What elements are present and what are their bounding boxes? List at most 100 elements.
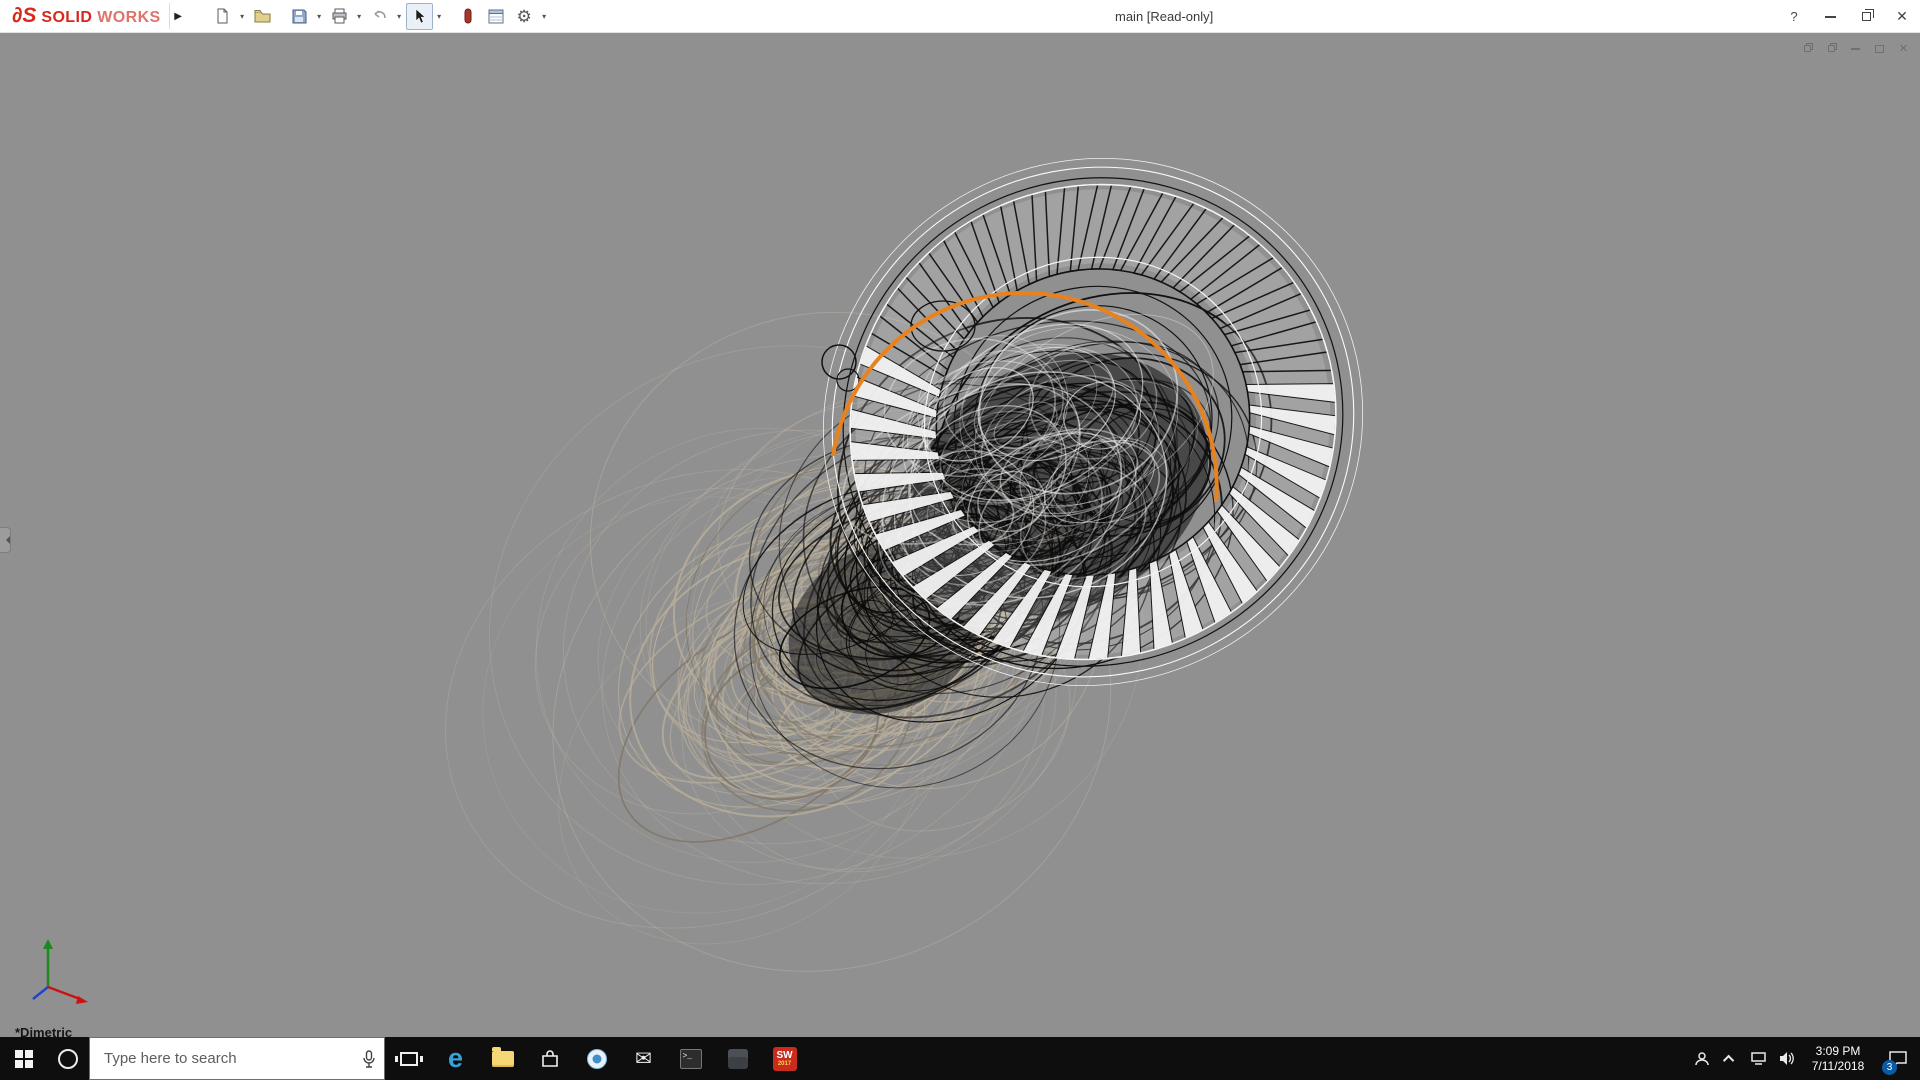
cube-icon xyxy=(727,1048,748,1069)
people-button[interactable] xyxy=(1688,1037,1716,1080)
z-axis xyxy=(32,986,49,1000)
minimize-icon xyxy=(1851,47,1860,50)
search-input[interactable] xyxy=(90,1050,354,1067)
browser-globe-button[interactable] xyxy=(573,1037,620,1080)
main-toolbar: ▾ ▾ ▾ ▾ ▾ ⚙ ▾ xyxy=(209,2,550,30)
doc-tile-button[interactable] xyxy=(1823,41,1840,56)
minimize-button[interactable] xyxy=(1812,0,1848,33)
window-title: main [Read-only] xyxy=(1115,9,1214,24)
doc-new-window-button[interactable] xyxy=(1799,41,1816,56)
open-folder-icon xyxy=(254,9,271,22)
print-dropdown[interactable]: ▾ xyxy=(354,12,365,21)
xpress-tools-button[interactable] xyxy=(455,3,482,30)
close-button[interactable]: ✕ xyxy=(1884,0,1920,33)
app-cube-button[interactable] xyxy=(714,1037,761,1080)
speaker-icon xyxy=(1779,1052,1794,1065)
graphics-viewport[interactable]: ✕ *Dimetric xyxy=(0,33,1920,1037)
doc-close-button[interactable]: ✕ xyxy=(1895,41,1912,56)
options-dropdown[interactable]: ▾ xyxy=(539,12,550,21)
options-button[interactable]: ⚙ xyxy=(511,3,538,30)
select-tool-dropdown[interactable]: ▾ xyxy=(434,12,445,21)
undo-dropdown[interactable]: ▾ xyxy=(394,12,405,21)
clock-time: 3:09 PM xyxy=(1815,1043,1861,1058)
taskbar-search[interactable] xyxy=(89,1037,385,1080)
task-view-button[interactable] xyxy=(385,1037,432,1080)
doc-minimize-button[interactable] xyxy=(1847,41,1864,56)
notification-badge: 3 xyxy=(1882,1060,1897,1075)
network-button[interactable] xyxy=(1744,1037,1772,1080)
sw-icon-year: 2017 xyxy=(777,1060,792,1067)
logo-text-solid: SOLID xyxy=(41,9,93,26)
restore-icon xyxy=(1861,12,1871,21)
save-button[interactable] xyxy=(286,3,313,30)
new-document-icon xyxy=(217,8,228,24)
edge-icon: e xyxy=(447,1043,464,1073)
person-icon xyxy=(1695,1051,1709,1065)
task-view-icon xyxy=(394,1051,423,1066)
toolbar-flyout-button[interactable]: ▶ xyxy=(168,3,187,29)
action-center-button[interactable]: 3 xyxy=(1876,1037,1920,1080)
view-orientation-label: *Dimetric xyxy=(15,1025,73,1037)
folder-icon xyxy=(491,1046,514,1067)
help-button[interactable]: ? xyxy=(1776,0,1812,33)
clock-date: 7/11/2018 xyxy=(1811,1058,1865,1073)
volume-button[interactable] xyxy=(1772,1037,1800,1080)
minimize-icon xyxy=(1824,15,1836,18)
undo-icon xyxy=(374,9,386,18)
new-document-dropdown[interactable]: ▾ xyxy=(237,12,248,21)
taskbar-spacer xyxy=(808,1037,1688,1080)
microphone-button[interactable] xyxy=(354,1049,384,1068)
print-icon xyxy=(332,8,347,24)
start-button[interactable] xyxy=(0,1037,47,1080)
tray-overflow-button[interactable] xyxy=(1716,1037,1744,1080)
print-button[interactable] xyxy=(326,3,353,30)
restore-button[interactable] xyxy=(1848,0,1884,33)
open-document-button[interactable] xyxy=(249,3,276,30)
logo-text-works: WORKS xyxy=(97,9,161,26)
gear-icon: ⚙ xyxy=(516,6,532,26)
app-titlebar: ∂S SOLID WORKS ▶ ▾ ▾ ▾ ▾ ▾ ⚙ ▾ main [Rea… xyxy=(0,0,1920,33)
store-bag-icon xyxy=(541,1049,558,1067)
microphone-icon xyxy=(363,1049,375,1068)
solidworks-taskbar-button[interactable]: SW 2017 xyxy=(761,1037,808,1080)
solidworks-logo-mark-icon: ∂S xyxy=(12,4,37,27)
x-axis xyxy=(47,985,81,1001)
select-tool-button[interactable] xyxy=(405,2,433,30)
windows-taskbar: e ✉ >_ SW 2017 3:09 PM 7/11/2018 3 xyxy=(0,1037,1920,1080)
sheet-icon xyxy=(488,9,504,23)
command-prompt-icon: >_ xyxy=(679,1048,702,1069)
cascade-icon xyxy=(1828,45,1835,52)
task-pane-button[interactable] xyxy=(483,3,510,30)
save-icon xyxy=(292,9,307,24)
mail-icon: ✉ xyxy=(635,1047,652,1070)
cortana-icon xyxy=(58,1048,78,1069)
undo-button[interactable] xyxy=(366,3,393,30)
select-cursor-icon xyxy=(415,8,426,24)
xpress-tools-icon xyxy=(464,8,472,24)
mail-button[interactable]: ✉ xyxy=(620,1037,667,1080)
maximize-icon xyxy=(1875,44,1884,53)
store-button[interactable] xyxy=(526,1037,573,1080)
new-document-button[interactable] xyxy=(209,3,236,30)
feature-tree-collapse-tab[interactable] xyxy=(0,527,11,553)
taskbar-clock[interactable]: 3:09 PM 7/11/2018 xyxy=(1800,1037,1876,1080)
chevron-up-icon xyxy=(1722,1054,1735,1066)
x-axis-arrow xyxy=(76,996,88,1004)
close-icon: ✕ xyxy=(1896,8,1908,24)
cortana-button[interactable] xyxy=(47,1037,89,1080)
doc-maximize-button[interactable] xyxy=(1871,41,1888,56)
cascade-icon xyxy=(1804,45,1811,52)
solidworks-app-icon: SW 2017 xyxy=(772,1046,797,1071)
save-dropdown[interactable]: ▾ xyxy=(314,12,325,21)
system-tray: 3:09 PM 7/11/2018 3 xyxy=(1688,1037,1920,1080)
file-explorer-button[interactable] xyxy=(479,1037,526,1080)
sw-icon-text: SW xyxy=(776,1049,793,1061)
command-prompt-button[interactable]: >_ xyxy=(667,1037,714,1080)
edge-browser-button[interactable]: e xyxy=(432,1037,479,1080)
network-icon xyxy=(1750,1052,1766,1065)
wireframe-model xyxy=(445,158,1364,972)
windows-logo-icon xyxy=(14,1049,33,1068)
window-controls: ? ✕ xyxy=(1776,0,1920,33)
close-icon: ✕ xyxy=(1898,43,1909,55)
y-axis-arrow xyxy=(43,939,53,949)
